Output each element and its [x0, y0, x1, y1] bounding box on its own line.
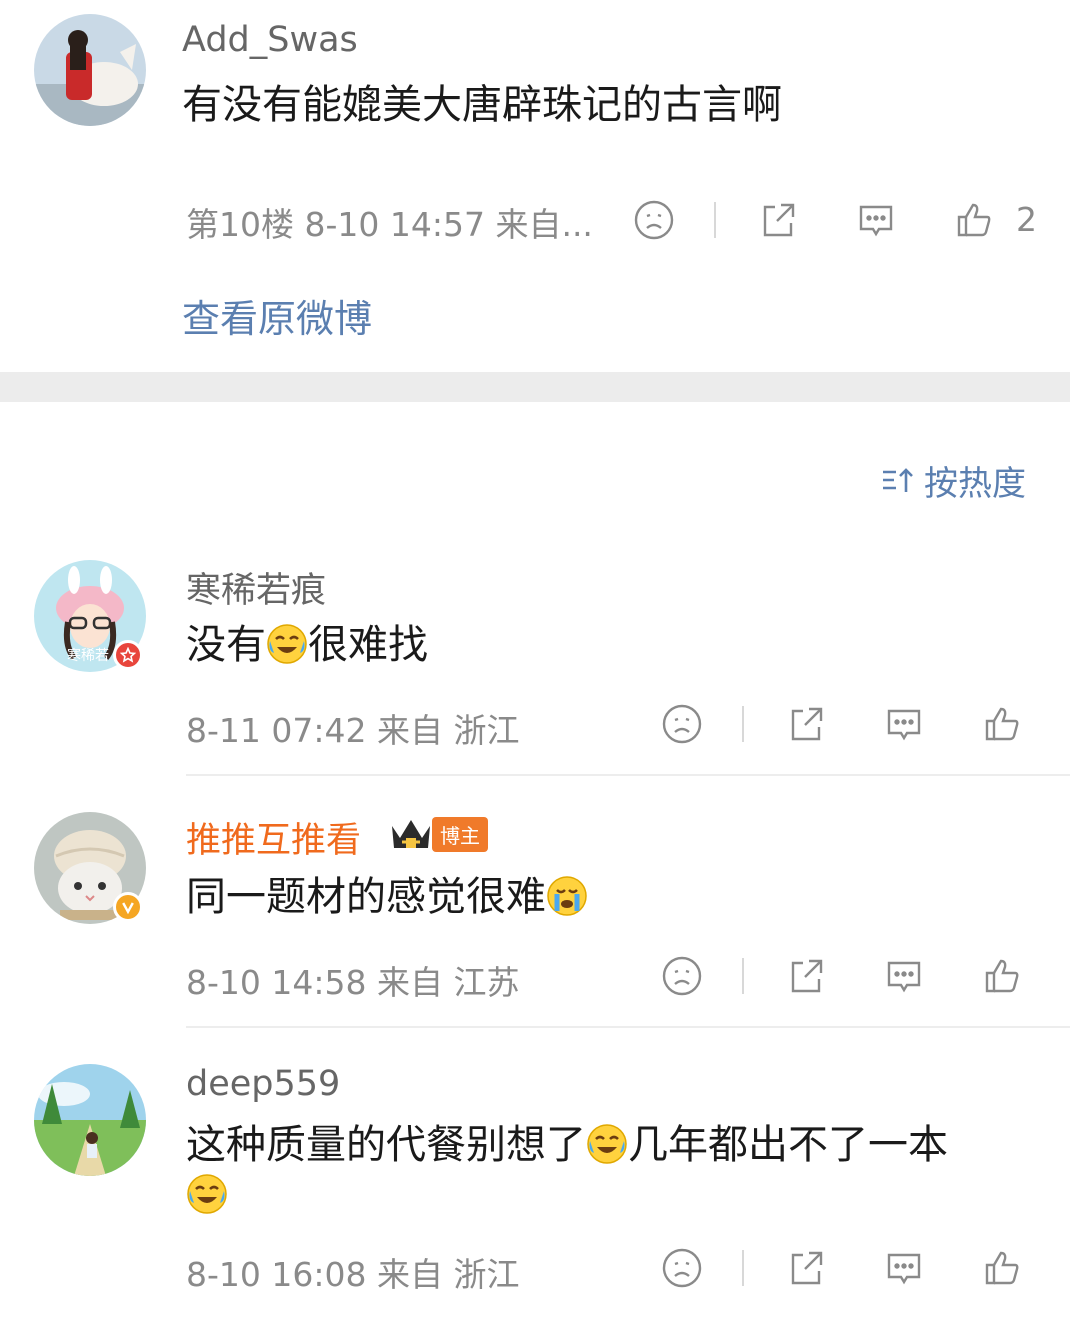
frown-icon	[662, 704, 702, 744]
verified-badge	[113, 640, 143, 670]
thumbs-up-icon	[985, 959, 1019, 993]
separator	[742, 1250, 744, 1286]
like-button[interactable]	[978, 700, 1026, 748]
comment-text: 这种质量的代餐别想了 几年都出不了一本	[186, 1120, 1036, 1220]
crying-emoji	[547, 876, 587, 916]
comment-text-part: 同一题材的感觉很难	[186, 874, 546, 920]
comment-icon	[859, 205, 893, 237]
crying-laughing-emoji	[267, 624, 307, 664]
share-icon	[791, 1251, 823, 1285]
comment-actions	[658, 952, 1038, 1002]
frown-icon	[634, 200, 674, 240]
share-button[interactable]	[782, 952, 830, 1000]
star-icon	[120, 647, 136, 663]
avatar[interactable]	[34, 14, 146, 126]
comment-meta: 8-10 14:58 来自 江苏	[186, 963, 520, 1002]
comment-text-part: 很难找	[308, 622, 428, 668]
comment-text-part: 几年都出不了一本	[628, 1122, 948, 1168]
view-original-link[interactable]: 查看原微博	[182, 288, 372, 343]
username[interactable]: Add_Swas	[182, 20, 358, 60]
comment-button[interactable]	[880, 952, 928, 1000]
sort-label: 按热度	[924, 463, 1026, 504]
username[interactable]: deep559	[186, 1064, 340, 1104]
comment-actions	[658, 1244, 1038, 1294]
separator	[742, 706, 744, 742]
share-button[interactable]	[782, 1244, 830, 1292]
comment-text: 同一题材的感觉很难	[186, 872, 588, 922]
separator	[714, 202, 716, 238]
comment-divider	[186, 1026, 1070, 1028]
blogger-tag: 博主	[388, 814, 488, 854]
dislike-button[interactable]	[658, 1244, 706, 1292]
blogger-tag-label: 博主	[432, 816, 488, 852]
like-count: 2	[1016, 200, 1037, 239]
sort-toggle[interactable]: 按热度	[880, 458, 1026, 504]
dislike-button[interactable]	[658, 700, 706, 748]
username[interactable]: 寒稀若痕	[186, 562, 326, 613]
share-icon	[791, 959, 823, 993]
comment-text-part: 这种质量的代餐别想了	[186, 1122, 586, 1168]
thumbs-up-icon	[957, 203, 991, 237]
comment-text: 没有 很难找	[186, 620, 428, 670]
frown-icon	[662, 1248, 702, 1288]
comment-button[interactable]	[880, 700, 928, 748]
comment-meta: 8-11 07:42 来自 浙江	[186, 711, 520, 750]
comment-button[interactable]	[852, 196, 900, 244]
share-icon	[791, 707, 823, 741]
comment-icon	[887, 961, 921, 993]
sort-icon	[883, 468, 913, 492]
dislike-button[interactable]	[630, 196, 678, 244]
avatar[interactable]	[34, 1064, 146, 1176]
comment-text: 有没有能媲美大唐辟珠记的古言啊	[182, 82, 782, 128]
share-button[interactable]	[754, 196, 802, 244]
comment-text-part: 没有	[186, 622, 266, 668]
section-divider	[0, 372, 1070, 402]
comment-meta: 第10楼 8-10 14:57 来自...	[186, 205, 593, 244]
dislike-button[interactable]	[658, 952, 706, 1000]
comment-icon	[887, 709, 921, 741]
separator	[742, 958, 744, 994]
verified-badge	[113, 892, 143, 922]
thumbs-up-icon	[985, 707, 1019, 741]
comment-icon	[887, 1253, 921, 1285]
comment-actions: 2	[630, 196, 1050, 246]
share-button[interactable]	[782, 700, 830, 748]
frown-icon	[662, 956, 702, 996]
like-button[interactable]	[978, 1244, 1026, 1292]
crying-laughing-emoji	[587, 1124, 627, 1164]
avatar-label: 寒稀若	[67, 647, 109, 664]
share-icon	[763, 203, 795, 237]
comment-button[interactable]	[880, 1244, 928, 1292]
crown-icon	[392, 820, 430, 848]
crying-laughing-emoji	[187, 1174, 227, 1214]
comment-meta: 8-10 16:08 来自 浙江	[186, 1255, 520, 1294]
username[interactable]: 推推互推看	[186, 812, 361, 863]
v-icon	[122, 902, 134, 915]
like-button[interactable]	[950, 196, 998, 244]
comment-divider	[186, 774, 1070, 776]
like-button[interactable]	[978, 952, 1026, 1000]
thumbs-up-icon	[985, 1251, 1019, 1285]
comment-actions	[658, 700, 1038, 750]
